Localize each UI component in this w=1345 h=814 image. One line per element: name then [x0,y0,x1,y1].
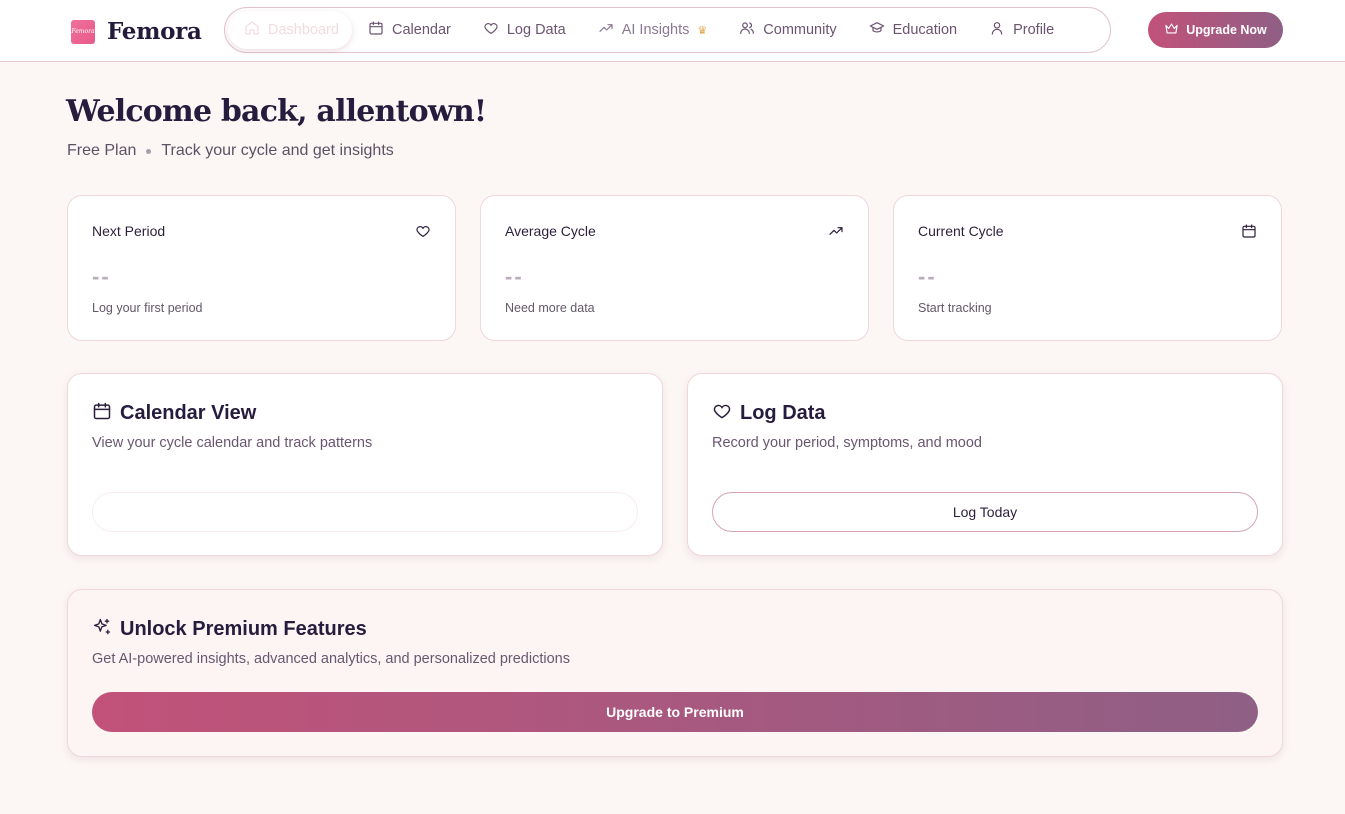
trending-up-icon [598,20,614,40]
nav-item-profile[interactable]: Profile [973,11,1070,49]
calendar-view-card[interactable]: Calendar View View your cycle calendar a… [67,373,663,556]
logo[interactable]: Femora Femora [71,18,202,45]
stat-card-next-period: Next Period -- Log your first period [67,195,456,341]
nav-item-label: Calendar [392,22,451,38]
stat-title: Next Period [92,223,166,239]
page-title: Welcome back, allentown! [66,94,487,129]
stat-card-current-cycle: Current Cycle -- Start tracking [893,195,1282,341]
card-header: Calendar View [92,401,256,426]
card-title: Unlock Premium Features [120,618,367,640]
graduation-cap-icon [869,20,885,40]
nav-item-dashboard[interactable]: Dashboard [228,11,352,49]
log-today-button[interactable]: Log Today [712,492,1258,532]
nav-item-label: Dashboard [268,22,339,38]
nav-item-calendar[interactable]: Calendar [352,11,467,49]
plan-label: Free Plan [67,142,137,159]
top-header: Femora Femora Dashboard Calendar Log Dat… [0,0,1345,62]
log-data-card: Log Data Record your period, symptoms, a… [687,373,1283,556]
heart-icon [415,223,431,239]
premium-card: Unlock Premium Features Get AI-powered i… [67,589,1283,757]
heart-icon [712,401,732,426]
card-description: Get AI-powered insights, advanced analyt… [92,651,570,667]
crown-icon: ♛ [697,24,708,37]
calendar-icon [368,20,384,40]
logo-mark-icon: Femora [71,19,95,44]
nav-item-label: AI Insights [621,22,690,38]
stat-title: Average Cycle [505,223,596,239]
stat-caption: Log your first period [92,301,203,315]
heart-icon [483,20,499,40]
upgrade-to-premium-button[interactable]: Upgrade to Premium [92,692,1258,732]
nav-item-log-data[interactable]: Log Data [467,11,582,49]
card-title: Calendar View [120,402,257,424]
upgrade-now-label: Upgrade Now [1186,23,1267,37]
card-header: Log Data [712,401,826,426]
calendar-icon [92,401,112,426]
nav-item-ai-insights[interactable]: AI Insights ♛ [582,11,724,49]
card-description: View your cycle calendar and track patte… [92,435,373,451]
nav-item-education[interactable]: Education [853,11,974,49]
nav-item-label: Profile [1013,22,1055,38]
stat-value: -- [505,264,524,289]
welcome-subtitle: Free Plan Track your cycle and get insig… [67,142,394,160]
main-nav: Dashboard Calendar Log Data AI Insights … [224,7,1111,53]
calendar-icon [1241,223,1257,239]
home-icon [244,20,260,40]
users-icon [739,20,755,40]
stat-caption: Start tracking [918,301,992,315]
calendar-placeholder-bar [92,492,638,532]
stat-value: -- [92,264,111,289]
user-icon [989,20,1005,40]
card-header: Unlock Premium Features [92,617,367,642]
nav-item-label: Log Data [506,22,566,38]
stat-title: Current Cycle [918,223,1004,239]
nav-item-community[interactable]: Community [723,11,852,49]
app-name: Femora [107,18,202,45]
nav-item-label: Community [763,22,837,38]
stat-caption: Need more data [505,301,595,315]
subtitle-text: Track your cycle and get insights [161,142,394,159]
nav-item-label: Education [892,22,958,38]
stat-card-average-cycle: Average Cycle -- Need more data [480,195,869,341]
separator-dot [146,148,152,154]
card-title: Log Data [740,402,826,424]
upgrade-now-button[interactable]: Upgrade Now [1148,12,1283,48]
stat-value: -- [918,264,937,289]
sparkles-icon [92,617,112,642]
card-description: Record your period, symptoms, and mood [712,435,982,451]
crown-icon [1164,21,1179,39]
trending-up-icon [828,223,844,239]
